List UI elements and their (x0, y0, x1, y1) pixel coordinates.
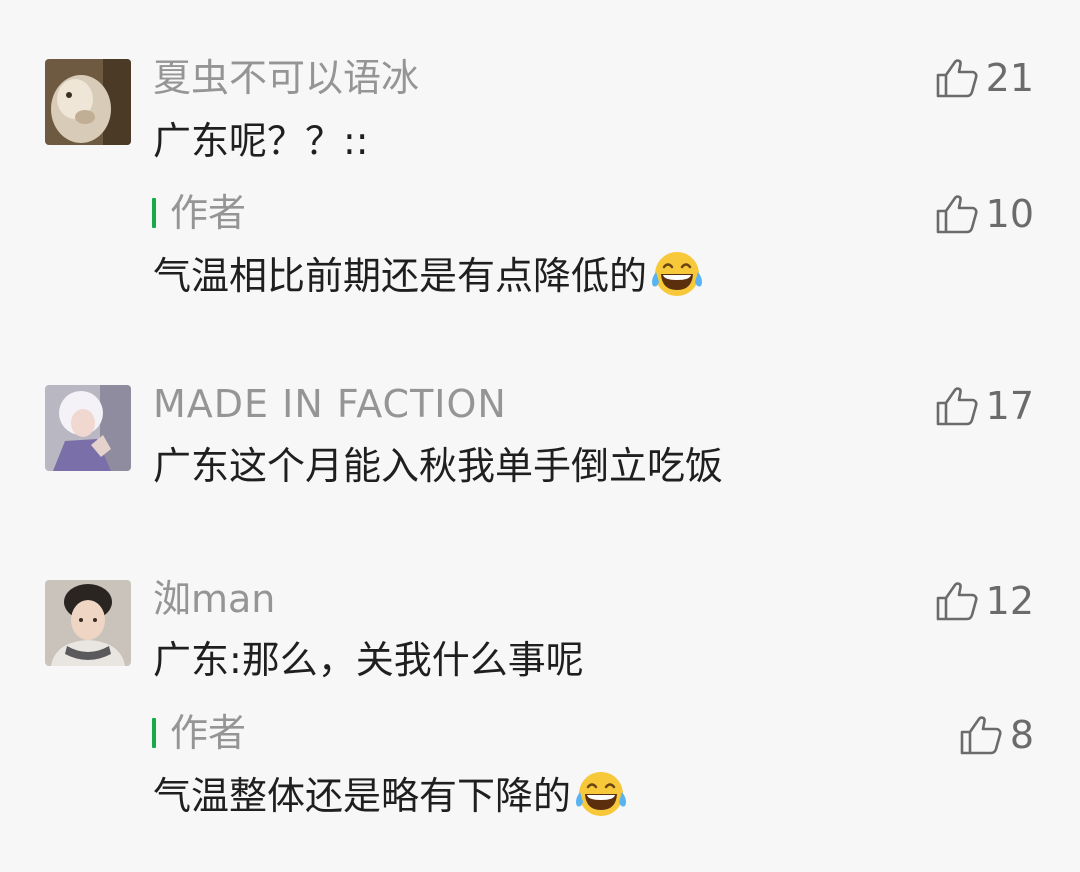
like-count: 10 (985, 192, 1034, 236)
author-label: 作者 (170, 191, 247, 235)
author-label: 作者 (170, 711, 247, 755)
username[interactable]: MADE IN FACTION (153, 382, 507, 426)
reply-text-content: 气温整体还是略有下降的 (153, 774, 572, 818)
author-bar (152, 198, 156, 228)
author-bar (152, 718, 156, 748)
reply-text: 气温相比前期还是有点降低的 (153, 250, 705, 300)
author-tag: 作者 (152, 711, 246, 755)
avatar[interactable] (45, 580, 131, 666)
like-count: 21 (985, 56, 1034, 100)
thumbs-up-icon (936, 387, 978, 426)
comment-text: 广东:那么，关我什么事呢 (153, 638, 584, 682)
comment-text: 广东这个月能入秋我单手倒立吃饭 (153, 444, 724, 488)
like-count: 17 (985, 384, 1034, 428)
like-count: 8 (1009, 713, 1034, 757)
thumbs-up-icon (936, 582, 978, 621)
like-button[interactable]: 8 (960, 713, 1034, 757)
like-button[interactable]: 10 (936, 192, 1034, 236)
username[interactable]: 夏虫不可以语冰 (153, 56, 419, 100)
laughing-tears-emoji-icon (652, 252, 703, 296)
username[interactable]: 洳man (153, 577, 275, 621)
like-button[interactable]: 21 (936, 56, 1034, 100)
like-count: 12 (985, 579, 1034, 623)
comment-text: 广东呢？？:: (153, 119, 369, 163)
avatar[interactable] (45, 59, 131, 145)
laughing-tears-emoji-icon (576, 772, 627, 816)
like-button[interactable]: 17 (936, 384, 1034, 428)
avatar[interactable] (45, 385, 131, 471)
author-tag: 作者 (152, 191, 246, 235)
thumbs-up-icon (960, 716, 1002, 755)
like-button[interactable]: 12 (936, 579, 1034, 623)
thumbs-up-icon (936, 195, 978, 234)
thumbs-up-icon (936, 59, 978, 98)
reply-text-content: 气温相比前期还是有点降低的 (153, 254, 648, 298)
reply-text: 气温整体还是略有下降的 (153, 770, 629, 820)
comments-page: 夏虫不可以语冰 广东呢？？:: 21 作者 气温相比前期还是有点降低的 10 M… (0, 0, 1080, 872)
